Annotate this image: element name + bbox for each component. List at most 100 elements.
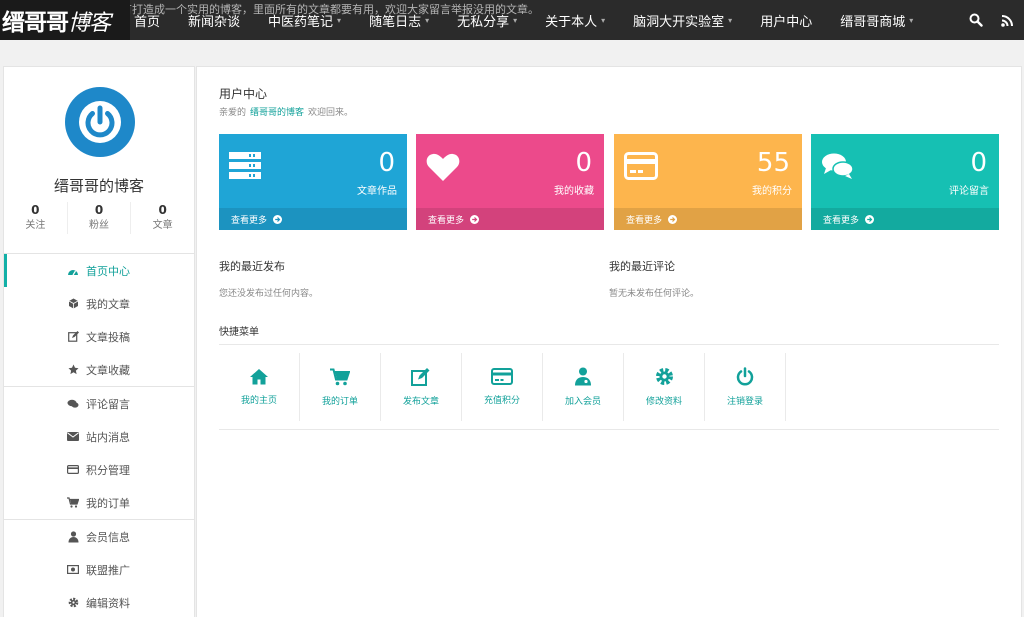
logo-text: 缙哥哥博客: [2, 9, 111, 36]
sidebar-item-membership[interactable]: 会员信息: [4, 520, 194, 553]
nav-item-home[interactable]: 首页: [134, 0, 160, 40]
card-value: 0: [575, 148, 592, 178]
search-icon[interactable]: [969, 13, 983, 27]
stat-articles[interactable]: 0 文章: [131, 202, 194, 234]
chevron-down-icon: ▾: [425, 15, 430, 25]
card-articles: 0 文章作品 查看更多: [219, 134, 407, 230]
card-more-link[interactable]: 查看更多: [811, 208, 999, 230]
quick-item-join-member[interactable]: 加入会员: [543, 353, 624, 421]
recent-posts-title: 我的最近发布: [219, 260, 285, 273]
stat-followers[interactable]: 0 粉丝: [68, 202, 132, 234]
user-md-icon: [67, 530, 79, 543]
sidebar-item-submit-article[interactable]: 文章投稿: [4, 320, 194, 353]
credit-card-icon: [67, 464, 79, 476]
heart-icon: [426, 152, 460, 186]
avatar[interactable]: [65, 87, 135, 157]
cart-icon: [67, 497, 79, 509]
nav-item-sharing[interactable]: 无私分享 ▾: [457, 0, 517, 40]
star-icon: [67, 364, 79, 376]
user-sidebar: 缙哥哥的博客 0 关注 0 粉丝 0 文章 首页中心 我的文章 文章投稿 文章收…: [3, 66, 195, 617]
divider: [219, 344, 999, 345]
credit-card-icon: [491, 368, 513, 389]
nav-item-shop[interactable]: 缙哥哥商城 ▾: [840, 0, 913, 40]
quick-item-home[interactable]: 我的主页: [219, 353, 300, 421]
quick-item-recharge[interactable]: 充值积分: [462, 353, 543, 421]
credit-card-icon: [624, 152, 658, 184]
card-comments: 0 评论留言 查看更多: [811, 134, 999, 230]
main-panel: 用户中心 亲爱的 缙哥哥的博客 欢迎回来。 0 文章作品 查看更多 0 我的收藏 查…: [196, 66, 1022, 617]
sidebar-item-comments[interactable]: 评论留言: [4, 387, 194, 420]
nav-icons: [969, 0, 1014, 40]
card-more-link[interactable]: 查看更多: [416, 208, 604, 230]
arrow-circle-right-icon: [470, 214, 480, 224]
cart-icon: [330, 368, 351, 390]
divider: [219, 429, 999, 430]
welcome-message: 亲爱的 缙哥哥的博客 欢迎回来。: [219, 108, 354, 118]
cube-icon: [67, 298, 79, 310]
rss-icon[interactable]: [1001, 14, 1014, 27]
chevron-down-icon: ▾: [513, 15, 518, 25]
card-label: 评论留言: [949, 186, 989, 197]
welcome-user-link[interactable]: 缙哥哥的博客: [250, 108, 304, 118]
quick-item-logout[interactable]: 注销登录: [705, 353, 786, 421]
gear-icon: [655, 367, 674, 390]
stat-following[interactable]: 0 关注: [4, 202, 68, 234]
nav-item-news[interactable]: 新闻杂谈: [188, 0, 240, 40]
card-label: 文章作品: [357, 186, 397, 197]
sidebar-item-messages[interactable]: 站内消息: [4, 420, 194, 453]
home-icon: [249, 368, 269, 389]
chevron-down-icon: ▾: [601, 15, 606, 25]
arrow-circle-right-icon: [668, 214, 678, 224]
arrow-circle-right-icon: [273, 214, 283, 224]
sidebar-item-affiliate[interactable]: 联盟推广: [4, 553, 194, 586]
quick-menu: 我的主页 我的订单 发布文章 充值积分 加入会员 修改资料 注销登录: [219, 353, 786, 421]
sidebar-item-edit-profile[interactable]: 编辑资料: [4, 586, 194, 617]
user-display-name: 缙哥哥的博客: [53, 177, 144, 195]
card-more-link[interactable]: 查看更多: [614, 208, 802, 230]
gear-icon: [67, 597, 79, 609]
nav-item-tcm-notes[interactable]: 中医药笔记 ▾: [268, 0, 341, 40]
page-title: 用户中心: [219, 87, 268, 101]
chevron-down-icon: ▾: [337, 15, 342, 25]
site-logo[interactable]: 缙哥哥博客: [0, 0, 130, 40]
card-value: 0: [378, 148, 395, 178]
recent-comments-title: 我的最近评论: [609, 260, 675, 273]
sidebar-item-my-articles[interactable]: 我的文章: [4, 287, 194, 320]
server-icon: [229, 152, 261, 184]
main-nav: 首页 新闻杂谈 中医药笔记 ▾ 随笔日志 ▾ 无私分享 ▾ 关于本人 ▾ 脑洞大开实验室…: [134, 0, 941, 40]
sidebar-menu: 首页中心 我的文章 文章投稿 文章收藏 评论留言 站内消息 积分管理 我的订单 …: [4, 253, 194, 617]
edit-icon: [67, 331, 79, 343]
dashboard-icon: [67, 265, 79, 277]
comments-icon: [67, 398, 79, 410]
card-value: 55: [756, 148, 790, 178]
top-navbar: …有打造成一个实用的博客，里面所有的文章都要有用，欢迎大家留言举报没用的文章。 …: [0, 0, 1024, 40]
user-stats: 0 关注 0 粉丝 0 文章: [4, 202, 194, 234]
recent-comments-empty: 暂无未发布任何评论。: [609, 289, 700, 299]
card-more-link[interactable]: 查看更多: [219, 208, 407, 230]
nav-item-user-center[interactable]: 用户中心: [760, 0, 812, 40]
nav-item-lab[interactable]: 脑洞大开实验室 ▾: [633, 0, 732, 40]
power-icon: [79, 101, 121, 143]
chevron-down-icon: ▾: [909, 15, 914, 25]
quick-item-publish[interactable]: 发布文章: [381, 353, 462, 421]
quick-item-orders[interactable]: 我的订单: [300, 353, 381, 421]
card-label: 我的收藏: [554, 186, 594, 197]
card-points: 55 我的积分 查看更多: [614, 134, 802, 230]
comments-icon: [821, 152, 855, 184]
power-icon: [736, 367, 754, 390]
recent-posts-empty: 您还没发布过任何内容。: [219, 289, 319, 299]
card-favorites: 0 我的收藏 查看更多: [416, 134, 604, 230]
user-md-icon: [574, 367, 592, 390]
nav-item-essays[interactable]: 随笔日志 ▾: [369, 0, 429, 40]
chevron-down-icon: ▾: [728, 15, 733, 25]
sidebar-item-dashboard[interactable]: 首页中心: [4, 254, 194, 287]
sidebar-item-orders[interactable]: 我的订单: [4, 486, 194, 519]
quick-menu-title: 快捷菜单: [219, 327, 259, 338]
sidebar-item-points[interactable]: 积分管理: [4, 453, 194, 486]
money-icon: [67, 564, 79, 576]
nav-item-about[interactable]: 关于本人 ▾: [545, 0, 605, 40]
sidebar-item-favorites[interactable]: 文章收藏: [4, 353, 194, 386]
edit-icon: [411, 367, 431, 390]
quick-item-edit-profile[interactable]: 修改资料: [624, 353, 705, 421]
card-value: 0: [970, 148, 987, 178]
